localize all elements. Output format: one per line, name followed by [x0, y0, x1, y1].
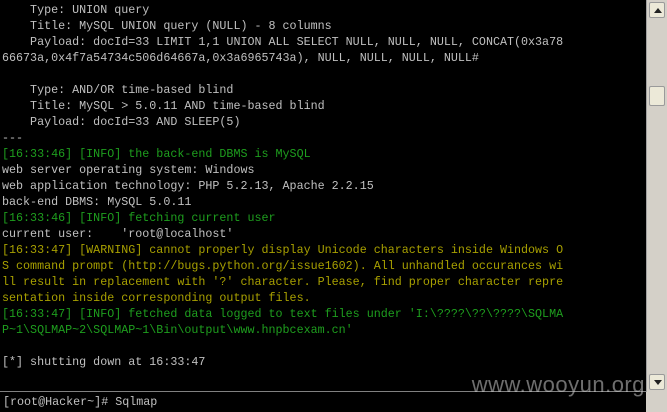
console-line: Payload: docId=33 AND SLEEP(5) — [2, 115, 241, 129]
console-line: web server operating system: Windows — [2, 163, 255, 177]
console-line: [16:33:47] [INFO] fetched data logged to… — [2, 307, 564, 321]
scrollbar-thumb[interactable] — [649, 86, 665, 106]
console-line: [16:33:46] [INFO] the back-end DBMS is M… — [2, 147, 311, 161]
arrow-up-icon — [654, 8, 662, 13]
console-line: [16:33:47] [WARNING] cannot properly dis… — [2, 243, 564, 257]
console-line: S command prompt (http://bugs.python.org… — [2, 259, 564, 273]
console-output: Type: UNION query Title: MySQL UNION que… — [2, 2, 646, 394]
console-line: Type: UNION query — [2, 3, 150, 17]
console-line: sentation inside corresponding output fi… — [2, 291, 311, 305]
console-line: ll result in replacement with '?' charac… — [2, 275, 564, 289]
command-prompt[interactable]: [root@Hacker~]# Sqlmap — [3, 394, 157, 410]
vertical-scrollbar[interactable] — [646, 0, 667, 412]
arrow-down-icon — [654, 380, 662, 385]
console-line: P~1\SQLMAP~2\SQLMAP~1\Bin\output\www.hnp… — [2, 323, 353, 337]
console-window[interactable]: Type: UNION query Title: MySQL UNION que… — [0, 0, 646, 412]
console-line: Title: MySQL > 5.0.11 AND time-based bli… — [2, 99, 325, 113]
scroll-up-button[interactable] — [649, 2, 665, 18]
console-line: Type: AND/OR time-based blind — [2, 83, 234, 97]
resize-grip[interactable] — [646, 392, 667, 412]
console-line: current user: 'root@localhost' — [2, 227, 234, 241]
console-line: [16:33:46] [INFO] fetching current user — [2, 211, 276, 225]
console-line: web application technology: PHP 5.2.13, … — [2, 179, 374, 193]
console-line: back-end DBMS: MySQL 5.0.11 — [2, 195, 192, 209]
scroll-down-button[interactable] — [649, 374, 665, 390]
console-line: Payload: docId=33 LIMIT 1,1 UNION ALL SE… — [2, 35, 564, 49]
console-line: --- — [2, 131, 24, 145]
console-line: Title: MySQL UNION query (NULL) - 8 colu… — [2, 19, 332, 33]
watermark: www.wooyun.org — [471, 372, 645, 397]
console-line: [*] shutting down at 16:33:47 — [2, 355, 206, 369]
console-line: 66673a,0x4f7a54734c506d64667a,0x3a696574… — [2, 51, 479, 65]
